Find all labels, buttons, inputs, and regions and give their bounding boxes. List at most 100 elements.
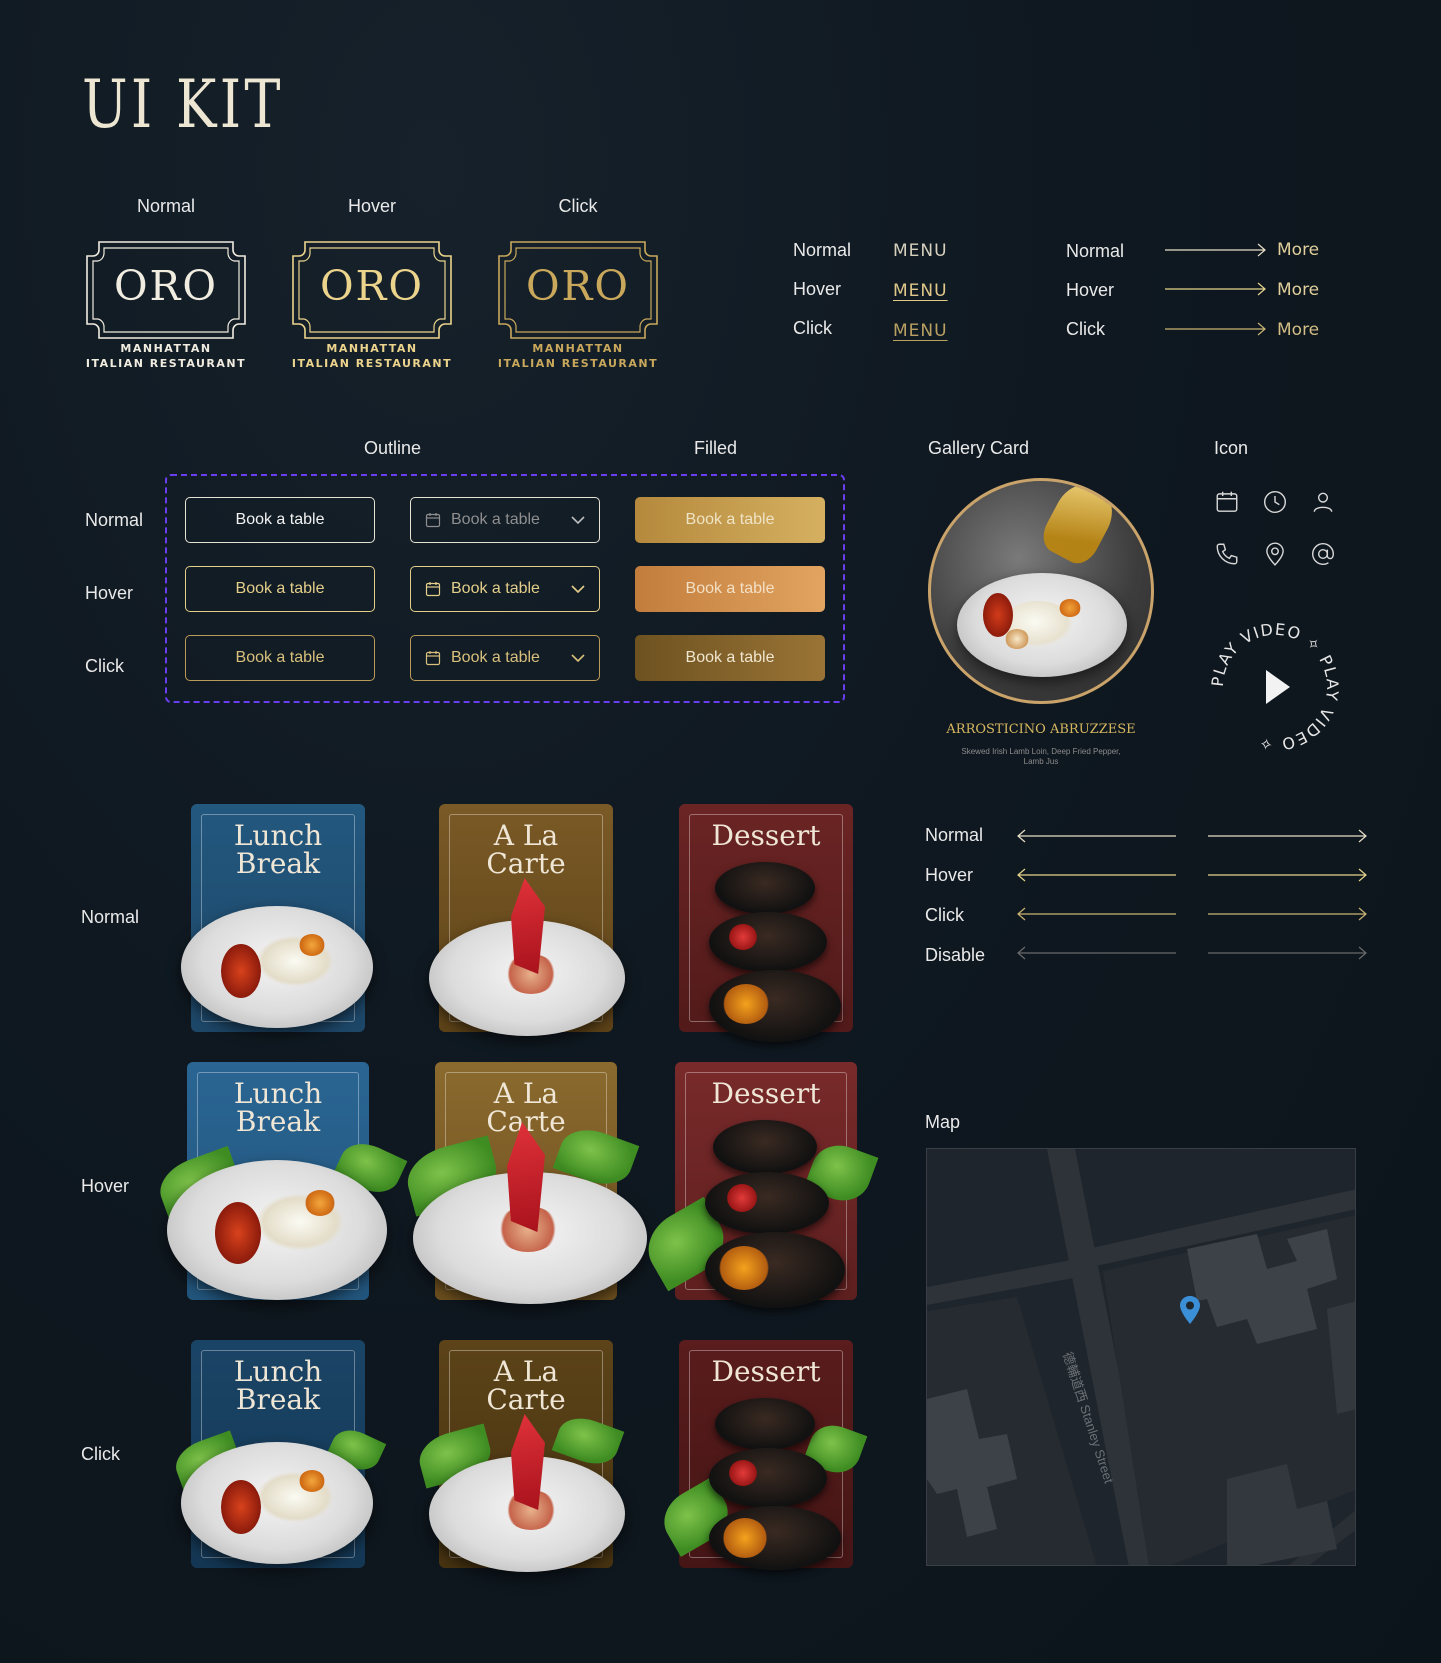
arrow-state-label-hover: Hover <box>925 865 974 885</box>
more-state-label-click: Click <box>1066 319 1105 339</box>
book-table-dropdown-normal[interactable]: Book a table <box>410 497 600 543</box>
arrow-right-icon <box>1208 868 1367 882</box>
dessert-berry <box>727 1184 757 1212</box>
clock-icon <box>1262 489 1288 515</box>
menu-state-label-click: Click <box>793 318 832 338</box>
dessert-tier-middle <box>705 1172 829 1234</box>
buttons-col-outline: Outline <box>364 438 422 458</box>
arrow-right-icon <box>1208 829 1367 843</box>
logo-click[interactable]: ORO MANHATTAN ITALIAN RESTAURANT <box>497 240 659 380</box>
card-dessert-normal[interactable]: Dessert <box>679 804 853 1042</box>
page-title: UI KIT <box>82 66 284 143</box>
more-link-click[interactable]: More <box>1277 320 1319 340</box>
map-heading: Map <box>925 1112 961 1132</box>
card-lunch-break-normal[interactable]: Lunch Break <box>181 804 373 1032</box>
dish-tomato <box>299 1470 325 1492</box>
card-lunch-break-click[interactable]: Lunch Break <box>169 1340 387 1568</box>
play-video-button[interactable]: PLAY VIDEO ✧ PLAY VIDEO ✧ <box>1206 618 1344 756</box>
card-title: Dessert <box>711 819 821 852</box>
buttons-row-click: Click <box>85 656 124 676</box>
logo-sub2: ITALIAN RESTAURANT <box>85 357 247 370</box>
card-a-la-carte-normal[interactable]: A La Carte <box>429 804 625 1036</box>
book-table-filled-hover[interactable]: Book a table <box>635 566 825 612</box>
arrow-left-icon <box>1017 868 1176 882</box>
chevron-down-icon <box>571 585 585 593</box>
arrow-right-icon <box>1208 946 1367 960</box>
card-lunch-break-hover[interactable]: Lunch Break <box>152 1062 408 1300</box>
dessert-tier-top <box>715 862 815 914</box>
dish-lobster <box>215 1202 261 1264</box>
map-view[interactable]: 德輔道西 Stanley Street <box>926 1148 1356 1566</box>
more-state-label-hover: Hover <box>1066 280 1115 300</box>
book-table-outline-normal[interactable]: Book a table <box>185 497 375 543</box>
logo-brand: ORO <box>113 262 219 310</box>
logo-sub1: MANHATTAN <box>532 342 624 355</box>
arrow-left-icon <box>1017 946 1176 960</box>
arrow-left-disabled <box>1016 946 1176 960</box>
arrow-right-normal[interactable] <box>1208 829 1368 843</box>
buttons-row-hover: Hover <box>85 583 134 603</box>
dessert-berry <box>729 1460 757 1486</box>
book-table-dropdown-hover[interactable]: Book a table <box>410 566 600 612</box>
more-link-normal[interactable]: More <box>1277 240 1319 260</box>
user-icon <box>1310 489 1336 515</box>
dessert-tier-top <box>713 1120 817 1174</box>
calendar-icon <box>425 651 441 666</box>
calendar-icon <box>1214 489 1240 515</box>
more-state-label-normal: Normal <box>1066 241 1125 261</box>
logo-brand: ORO <box>319 262 425 310</box>
cards-row-normal: Normal <box>81 907 140 927</box>
card-dessert-click[interactable]: Dessert <box>653 1340 868 1570</box>
card-title: A La Carte <box>486 819 566 880</box>
arrow-state-label-disable: Disable <box>925 945 986 965</box>
arrow-right-icon <box>1165 282 1269 296</box>
gallery-heading: Gallery Card <box>928 438 1030 458</box>
gallery-dish-name: ARROSTICINO ABRUZZESE <box>946 722 1136 737</box>
book-table-filled-click[interactable]: Book a table <box>635 635 825 681</box>
at-sign-icon <box>1310 541 1336 567</box>
arrow-right-hover[interactable] <box>1208 868 1368 882</box>
menu-state-label-hover: Hover <box>793 279 842 299</box>
menu-link-normal[interactable]: MENU <box>893 241 948 261</box>
card-title: Lunch Break <box>233 1077 323 1138</box>
book-table-dropdown-click[interactable]: Book a table <box>410 635 600 681</box>
book-table-filled-normal[interactable]: Book a table <box>635 497 825 543</box>
map-pin-icon[interactable] <box>1179 1295 1201 1325</box>
cards-row-click: Click <box>81 1444 120 1464</box>
logo-normal[interactable]: ORO MANHATTAN ITALIAN RESTAURANT <box>85 240 247 380</box>
card-a-la-carte-click[interactable]: A La Carte <box>414 1340 625 1572</box>
location-pin-icon <box>1262 541 1288 567</box>
menu-link-hover[interactable]: MENU <box>893 281 948 301</box>
card-title: Lunch Break <box>233 819 323 880</box>
gallery-card-image[interactable] <box>928 478 1154 704</box>
logo-hover[interactable]: ORO MANHATTAN ITALIAN RESTAURANT <box>291 240 453 380</box>
arrow-right-click[interactable] <box>1208 907 1368 921</box>
card-title: Dessert <box>711 1355 821 1388</box>
card-dessert-hover[interactable]: Dessert <box>636 1062 879 1308</box>
logo-sub1: MANHATTAN <box>326 342 418 355</box>
dessert-brulee <box>723 984 769 1024</box>
dish-scallop <box>1005 629 1029 649</box>
book-table-outline-hover[interactable]: Book a table <box>185 566 375 612</box>
arrow-left-hover[interactable] <box>1016 868 1176 882</box>
arrow-right-disabled <box>1208 946 1368 960</box>
buttons-row-normal: Normal <box>85 510 144 530</box>
more-link-hover[interactable]: More <box>1277 280 1319 300</box>
arrow-left-normal[interactable] <box>1016 829 1176 843</box>
calendar-icon <box>425 513 441 528</box>
card-title: Dessert <box>711 1077 821 1110</box>
calendar-icon <box>425 582 441 597</box>
chevron-down-icon <box>571 516 585 524</box>
arrow-left-icon <box>1017 829 1176 843</box>
book-table-outline-click[interactable]: Book a table <box>185 635 375 681</box>
cards-row-hover: Hover <box>81 1176 130 1196</box>
menu-link-click[interactable]: MENU <box>893 321 948 341</box>
play-video-badge: PLAY VIDEO ✧ PLAY VIDEO ✧ <box>1208 620 1341 755</box>
dessert-tier-middle <box>709 1448 827 1508</box>
card-a-la-carte-hover[interactable]: A La Carte <box>400 1062 647 1304</box>
arrow-left-icon <box>1017 907 1176 921</box>
oil-bottle <box>1036 481 1122 570</box>
dessert-tier-middle <box>709 912 827 972</box>
play-icon <box>1266 670 1290 704</box>
arrow-left-click[interactable] <box>1016 907 1176 921</box>
